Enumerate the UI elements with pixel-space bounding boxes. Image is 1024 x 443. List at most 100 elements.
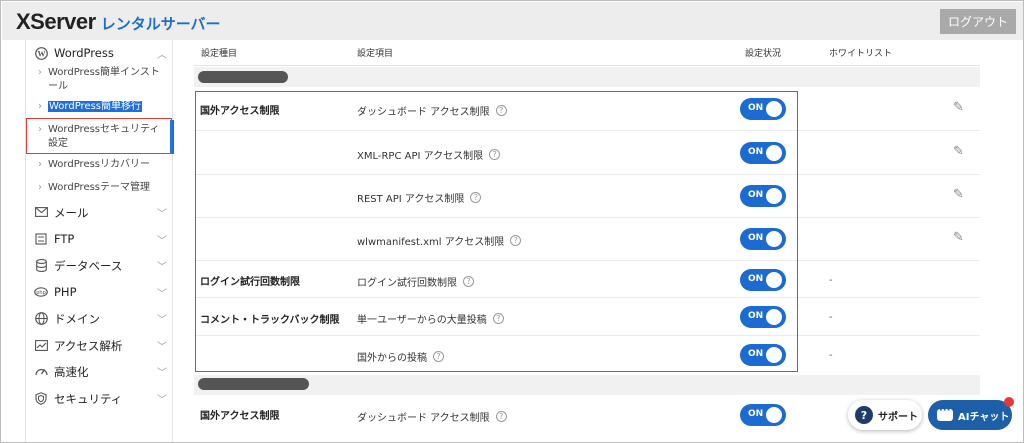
table-row-item: 単一ユーザーからの大量投稿?	[357, 311, 504, 326]
sidebar-item-domain[interactable]: ドメイン ﹀	[26, 305, 173, 331]
xserver-logo[interactable]: XServer レンタルサーバー	[16, 9, 221, 34]
redacted-site-name	[198, 71, 288, 83]
chevron-down-icon: ﹀	[157, 262, 167, 273]
chevron-down-icon: ﹀	[157, 236, 167, 247]
toggle-dashboard-access-2[interactable]: ON	[740, 404, 786, 426]
chevron-up-icon: ︿	[157, 50, 167, 61]
help-icon[interactable]: ?	[495, 411, 507, 422]
sidebar-item-label: ドメイン	[54, 312, 100, 326]
help-icon[interactable]: ?	[492, 313, 504, 324]
sidebar-item-label: メール	[54, 206, 89, 220]
toggle-foreign-posting[interactable]: ON	[740, 344, 786, 366]
chevron-right-icon: ›	[38, 159, 42, 170]
toggle-label: ON	[748, 147, 764, 157]
ai-chat-button[interactable]: AIチャット	[928, 400, 1012, 430]
item-label: 国外からの投稿	[357, 353, 427, 364]
chevron-right-icon: ›	[38, 124, 42, 135]
row-divider	[194, 260, 980, 261]
mail-icon	[34, 205, 48, 219]
table-row-item: ダッシュボード アクセス制限?	[357, 409, 507, 424]
pencil-icon[interactable]: ✎	[953, 144, 964, 159]
sidebar-item-mail[interactable]: メール ﹀	[26, 199, 173, 225]
help-icon[interactable]: ?	[489, 149, 501, 160]
row-divider	[194, 217, 980, 218]
toggle-label: ON	[748, 233, 764, 243]
row-divider	[194, 130, 980, 131]
toggle-wlwmanifest-access[interactable]: ON	[740, 228, 786, 250]
table-row-item: XML-RPC API アクセス制限?	[357, 147, 501, 162]
ai-chat-label: AIチャット	[958, 411, 1010, 423]
chevron-down-icon: ﹀	[157, 368, 167, 379]
sidebar-subitem-label: WordPressテーマ管理	[48, 182, 151, 193]
item-label: ログイン試行回数制限	[357, 278, 457, 289]
support-button[interactable]: ? サポート	[848, 400, 922, 430]
pencil-icon[interactable]: ✎	[953, 230, 964, 245]
toggle-login-limit[interactable]: ON	[740, 269, 786, 291]
logo-sub-text: レンタルサーバー	[100, 15, 221, 33]
pencil-icon[interactable]: ✎	[953, 100, 964, 115]
svg-text:php: php	[36, 290, 46, 296]
sidebar-subitem-label: WordPressセキュリティ設定	[48, 124, 160, 149]
toggle-restapi-access[interactable]: ON	[740, 185, 786, 207]
sidebar-item-label: アクセス解析	[54, 339, 123, 353]
logo-main-text: XServer	[16, 9, 96, 34]
whitelist-value: -	[829, 275, 833, 286]
chevron-down-icon: ﹀	[157, 289, 167, 300]
sidebar-item-speedup[interactable]: 高速化 ﹀	[26, 358, 173, 384]
sidebar-item-label: WordPress	[54, 46, 114, 60]
toggle-xmlrpc-access[interactable]: ON	[740, 142, 786, 164]
pencil-icon[interactable]: ✎	[953, 187, 964, 202]
help-icon[interactable]: ?	[495, 105, 507, 116]
chevron-down-icon: ﹀	[157, 342, 167, 353]
sidebar-item-label: セキュリティ	[54, 392, 123, 406]
database-icon	[34, 258, 48, 272]
top-header: XServer レンタルサーバー ログアウト	[2, 2, 1023, 40]
table-row-item: wlwmanifest.xml アクセス制限?	[357, 233, 522, 248]
group-band	[194, 67, 980, 87]
row-divider	[194, 297, 980, 298]
help-icon[interactable]: ?	[510, 235, 522, 246]
category-foreign-access: 国外アクセス制限	[200, 106, 280, 117]
sidebar-item-access-analysis[interactable]: アクセス解析 ﹀	[26, 332, 173, 358]
help-icon[interactable]: ?	[463, 276, 474, 287]
chat-bubble-icon	[937, 405, 953, 421]
sidebar-item-php[interactable]: php PHP ﹀	[26, 279, 173, 305]
sidebar-item-label: PHP	[54, 285, 77, 299]
sidebar-item-wordpress[interactable]: W WordPress ︿	[26, 40, 173, 66]
item-label: ダッシュボード アクセス制限	[357, 107, 490, 118]
help-icon[interactable]: ?	[470, 192, 482, 203]
row-divider	[194, 335, 980, 336]
sidebar-subitem-label: WordPress簡単移行	[48, 101, 143, 112]
sidebar-subitem-label: WordPress簡単インストール	[48, 67, 160, 92]
group-band	[194, 375, 980, 395]
app-window: XServer レンタルサーバー ログアウト W WordPress ︿ › W…	[0, 0, 1024, 443]
globe-icon	[34, 311, 48, 325]
item-label: XML-RPC API アクセス制限	[357, 151, 484, 162]
question-icon: ?	[855, 406, 873, 424]
whitelist-value: -	[829, 312, 833, 323]
logout-button[interactable]: ログアウト	[940, 9, 1016, 34]
chevron-right-icon: ›	[38, 101, 42, 112]
redacted-site-name	[198, 378, 309, 390]
sidebar-item-label: データベース	[54, 259, 123, 273]
sidebar-item-database[interactable]: データベース ﹀	[26, 252, 173, 278]
toggle-mass-posting[interactable]: ON	[740, 306, 786, 328]
category-foreign-access: 国外アクセス制限	[200, 411, 280, 422]
chevron-right-icon: ›	[38, 182, 42, 193]
help-icon[interactable]: ?	[433, 351, 444, 362]
support-label: サポート	[878, 411, 918, 423]
toggle-label: ON	[748, 349, 764, 359]
chart-icon	[34, 338, 48, 352]
shield-icon	[34, 391, 48, 405]
toggle-dashboard-access[interactable]: ON	[740, 98, 786, 120]
category-login-limit: ログイン試行回数制限	[200, 277, 300, 288]
sidebar-item-security[interactable]: セキュリティ ﹀	[26, 385, 173, 411]
sidebar-item-label: FTP	[54, 232, 75, 246]
chevron-right-icon: ›	[38, 67, 42, 78]
notification-dot	[1004, 397, 1014, 407]
row-divider	[194, 174, 980, 175]
sidebar-item-ftp[interactable]: FTP ﹀	[26, 226, 173, 252]
item-label: ダッシュボード アクセス制限	[357, 413, 490, 424]
toggle-label: ON	[748, 409, 764, 419]
table-row-item: ログイン試行回数制限?	[357, 274, 474, 289]
